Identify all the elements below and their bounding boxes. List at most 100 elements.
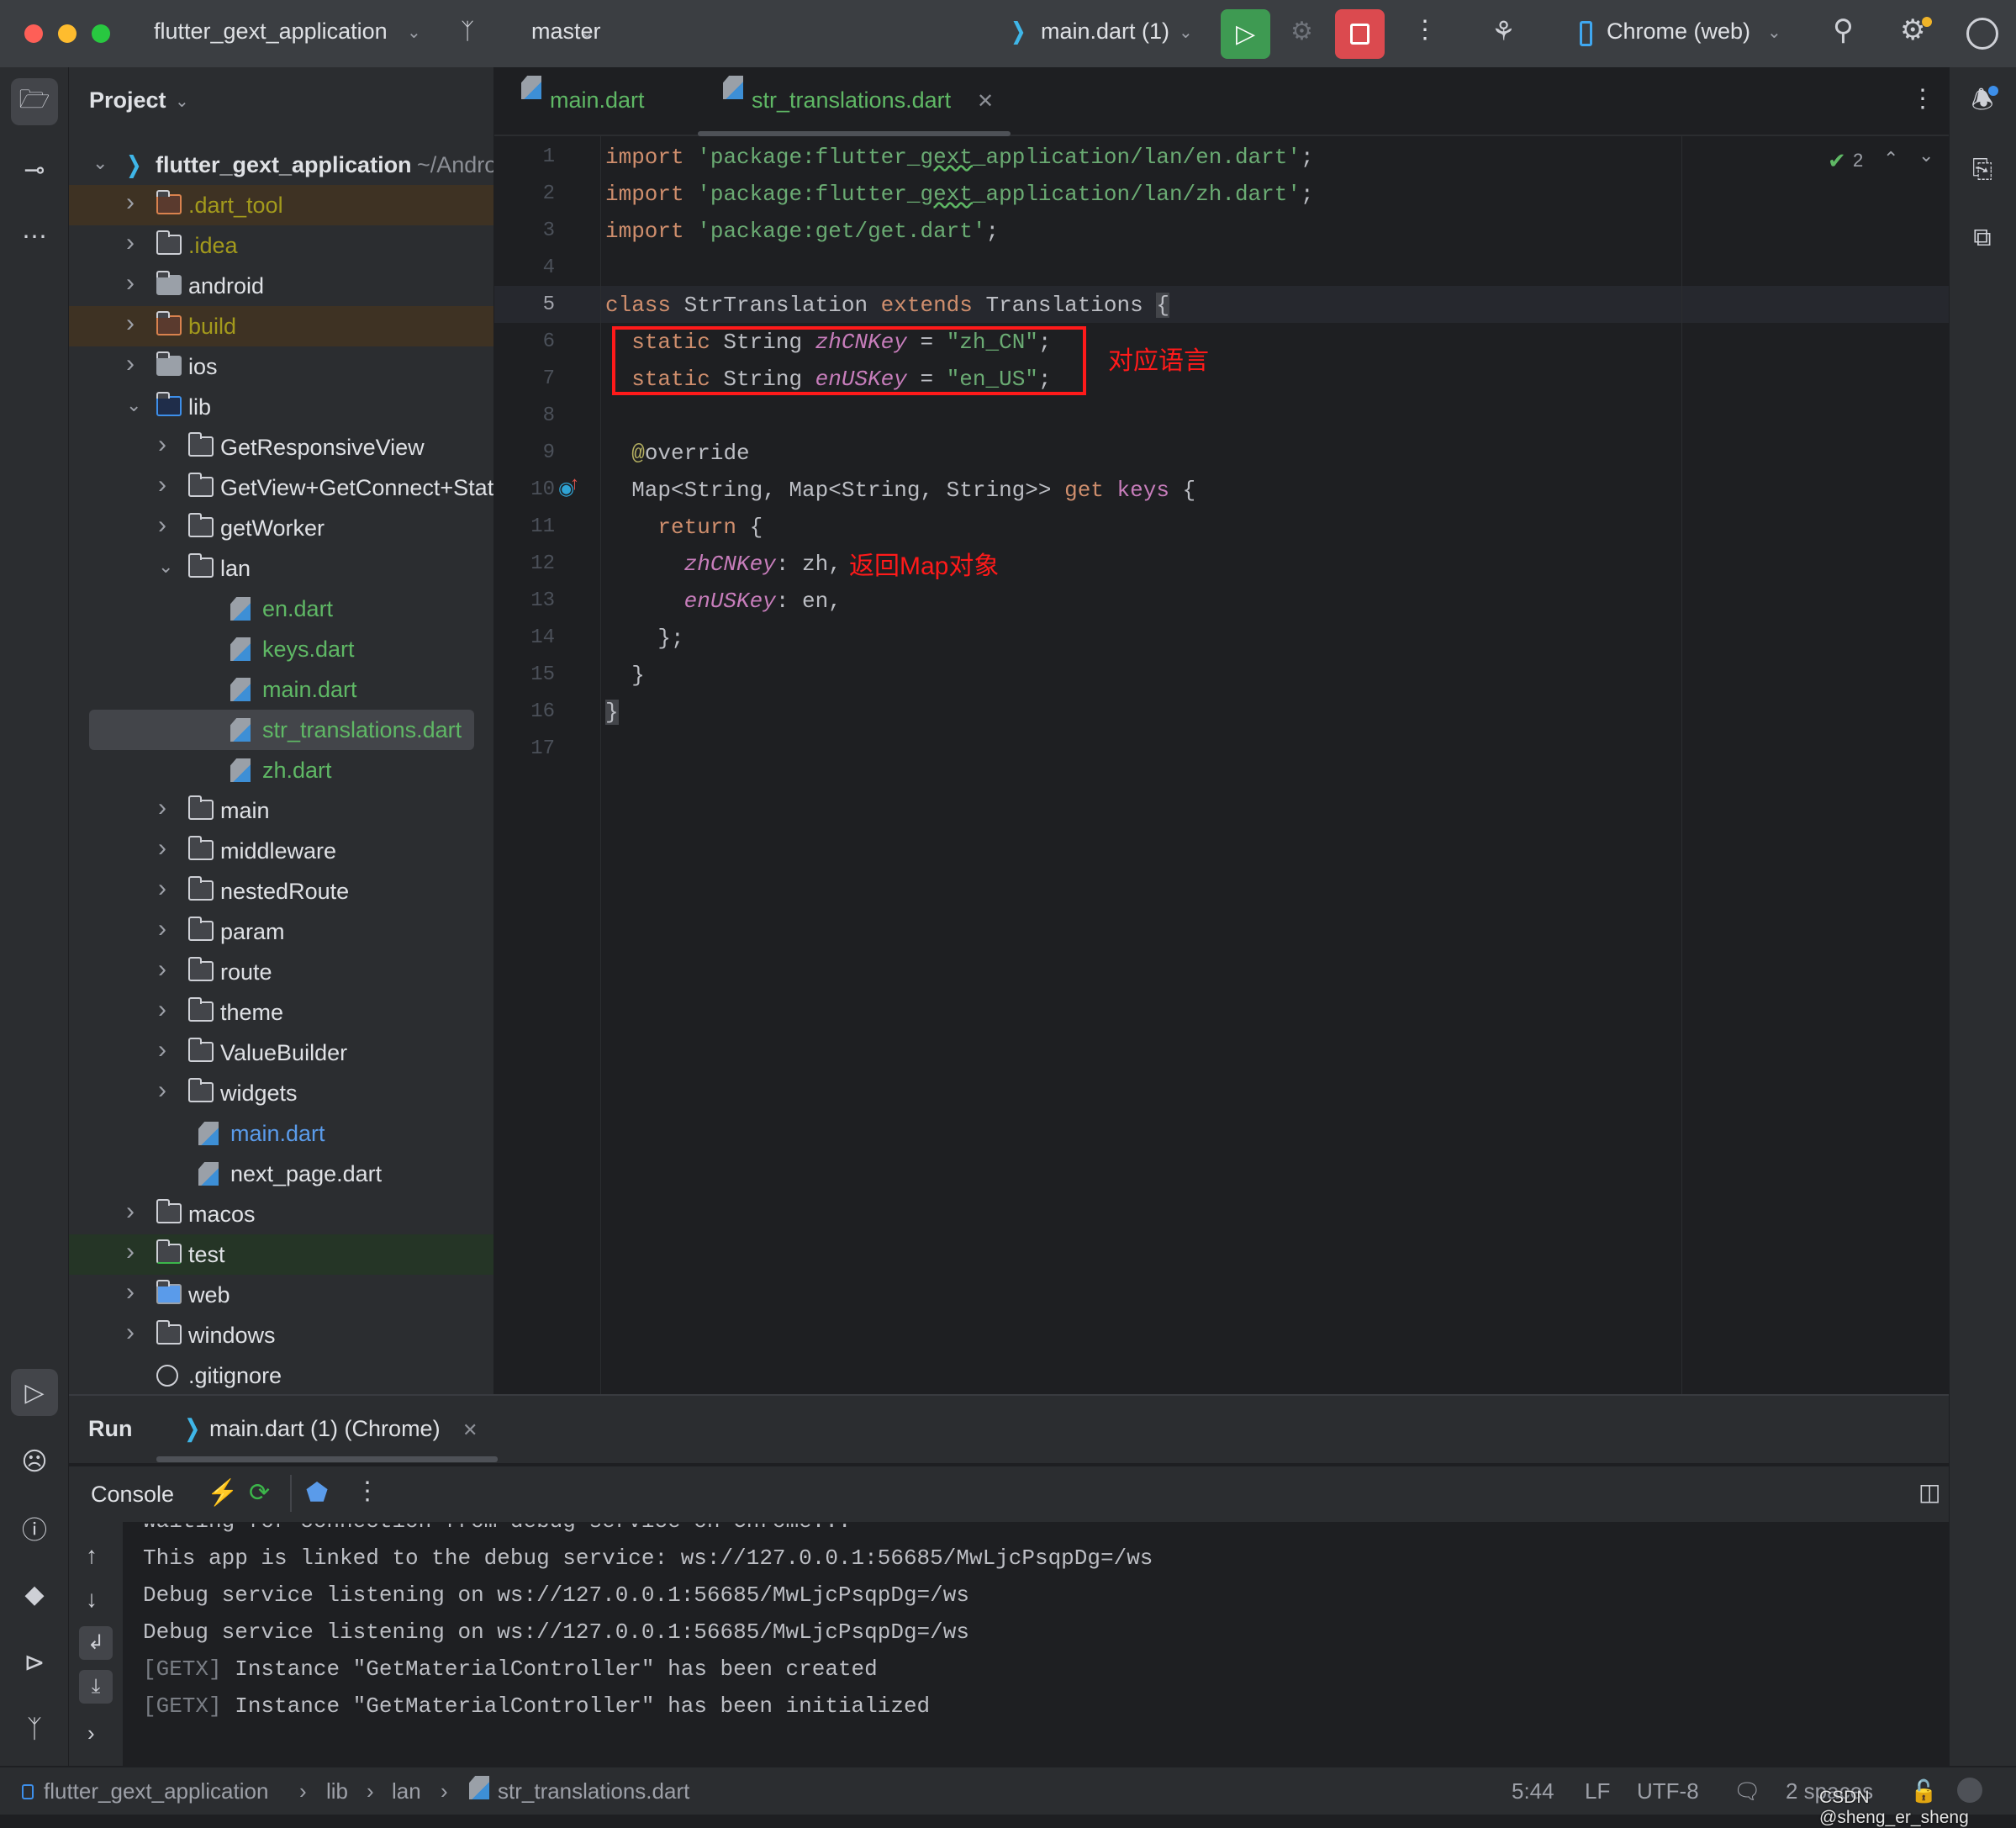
minimize-window-button[interactable] bbox=[58, 24, 77, 43]
code-line[interactable]: import 'package:get/get.dart'; bbox=[605, 213, 999, 250]
account-icon[interactable] bbox=[1966, 18, 1998, 50]
tree-item[interactable]: main.dart bbox=[69, 1113, 493, 1154]
attach-debugger-icon[interactable]: ⚘ bbox=[1491, 15, 1516, 47]
tree-item[interactable]: › windows bbox=[69, 1315, 493, 1355]
tree-item[interactable]: › theme bbox=[69, 992, 493, 1033]
console-tab[interactable]: Console bbox=[91, 1482, 174, 1508]
tree-item[interactable]: › GetResponsiveView bbox=[69, 427, 493, 468]
run-button[interactable]: ▷ bbox=[1221, 9, 1270, 59]
chevron-right-icon[interactable]: › bbox=[158, 915, 166, 943]
tree-item[interactable]: main.dart bbox=[69, 669, 493, 710]
tree-item[interactable]: › widgets bbox=[69, 1073, 493, 1113]
layout-toggle-icon[interactable]: ◫ bbox=[1918, 1478, 1940, 1506]
chevron-right-icon[interactable]: › bbox=[158, 794, 166, 822]
breadcrumb-lan[interactable]: lan bbox=[392, 1778, 421, 1804]
more-tools-icon[interactable]: ⋯ bbox=[11, 213, 58, 260]
tree-root[interactable]: ⌄ ❭ flutter_gext_application ~/Andro bbox=[69, 145, 493, 185]
device-manager-icon[interactable]: ⎘ bbox=[1959, 146, 2006, 193]
more-actions-icon[interactable]: ⋮ bbox=[1412, 15, 1438, 45]
code-vision-icon[interactable]: 🗨 bbox=[1734, 1778, 1761, 1804]
tree-item[interactable]: › param bbox=[69, 911, 493, 952]
tree-item[interactable]: › macos bbox=[69, 1194, 493, 1234]
close-run-tab-icon[interactable]: ✕ bbox=[462, 1419, 478, 1441]
device-mirroring-icon[interactable]: ⧉ bbox=[1959, 214, 2006, 262]
code-line[interactable]: enUSKey: en, bbox=[605, 583, 842, 620]
code-line[interactable]: zhCNKey: zh, bbox=[605, 546, 842, 583]
close-tab-icon[interactable]: ✕ bbox=[977, 89, 994, 114]
chevron-down-icon[interactable]: ⌄ bbox=[126, 394, 141, 416]
commit-icon[interactable]: ⊸ bbox=[11, 146, 58, 193]
tree-item[interactable]: › ios bbox=[69, 346, 493, 387]
debug-bug-icon[interactable]: ⚙ bbox=[1290, 17, 1313, 46]
breadcrumb-file[interactable]: str_translations.dart bbox=[498, 1778, 689, 1804]
tree-item[interactable]: en.dart bbox=[69, 589, 493, 629]
chevron-right-icon[interactable]: › bbox=[126, 188, 135, 217]
previous-highlight-icon[interactable]: ⌃ bbox=[1883, 148, 1898, 170]
tree-item[interactable]: › .idea bbox=[69, 225, 493, 266]
chevron-right-icon[interactable]: › bbox=[126, 1238, 135, 1266]
run-tool-icon[interactable]: ▷ bbox=[11, 1369, 58, 1416]
code-line[interactable]: } bbox=[605, 657, 645, 694]
tree-item[interactable]: .gitignore bbox=[69, 1355, 493, 1394]
tree-item[interactable]: › route bbox=[69, 952, 493, 992]
tree-item[interactable]: › getWorker bbox=[69, 508, 493, 548]
tree-item[interactable]: › middleware bbox=[69, 831, 493, 871]
chevron-right-icon[interactable]: › bbox=[158, 431, 166, 459]
tree-item[interactable]: str_translations.dart bbox=[69, 710, 493, 750]
tree-item[interactable]: › build bbox=[69, 306, 493, 346]
search-icon[interactable]: ⚲ bbox=[1833, 13, 1854, 47]
chevron-right-icon[interactable]: › bbox=[158, 996, 166, 1024]
tree-item[interactable]: next_page.dart bbox=[69, 1154, 493, 1194]
chevron-right-icon[interactable]: › bbox=[158, 1036, 166, 1065]
code-line[interactable]: import 'package:flutter_gext_application… bbox=[605, 139, 1314, 176]
chevron-right-icon[interactable]: › bbox=[158, 471, 166, 499]
chevron-right-icon[interactable]: › bbox=[126, 1318, 135, 1347]
code-line[interactable]: import 'package:flutter_gext_application… bbox=[605, 176, 1314, 213]
chevron-right-icon[interactable]: › bbox=[158, 874, 166, 903]
tree-item[interactable]: › ValueBuilder bbox=[69, 1033, 493, 1073]
cursor-position[interactable]: 5:44 bbox=[1512, 1778, 1554, 1804]
dart-devtools-icon[interactable]: ⬟ bbox=[306, 1478, 328, 1508]
tree-item[interactable]: › .dart_tool bbox=[69, 185, 493, 225]
chevron-right-icon[interactable]: › bbox=[158, 834, 166, 863]
chevron-right-icon[interactable]: › bbox=[126, 1278, 135, 1307]
chevron-down-icon[interactable]: ⌄ bbox=[158, 556, 173, 578]
project-tool-folder-icon[interactable]: 🗁 bbox=[11, 78, 58, 125]
code-line[interactable]: @override bbox=[605, 435, 749, 472]
chevron-right-icon[interactable]: › bbox=[126, 1197, 135, 1226]
flutter-inspector-icon[interactable]: ☹ bbox=[11, 1438, 58, 1485]
chevron-right-icon[interactable]: › bbox=[126, 229, 135, 257]
chevron-right-icon[interactable]: › bbox=[126, 350, 135, 378]
code-line[interactable]: Map<String, Map<String, String>> get key… bbox=[605, 472, 1195, 509]
code-line[interactable]: class StrTranslation extends Translation… bbox=[605, 287, 1169, 324]
code-line[interactable]: }; bbox=[605, 620, 683, 657]
stop-button[interactable] bbox=[1335, 9, 1385, 59]
breadcrumb-lib[interactable]: lib bbox=[326, 1778, 348, 1804]
file-encoding[interactable]: UTF-8 bbox=[1637, 1778, 1699, 1804]
hot-restart-icon[interactable]: ⟳ bbox=[249, 1478, 270, 1508]
chevron-right-icon[interactable]: › bbox=[126, 309, 135, 338]
close-window-button[interactable] bbox=[24, 24, 43, 43]
code-line[interactable]: return { bbox=[605, 509, 763, 546]
breadcrumb-project[interactable]: flutter_gext_application bbox=[44, 1778, 268, 1804]
tree-item[interactable]: › android bbox=[69, 266, 493, 306]
next-highlight-icon[interactable]: ⌄ bbox=[1918, 145, 1934, 166]
tree-item[interactable]: › web bbox=[69, 1275, 493, 1315]
chevron-right-icon[interactable]: › bbox=[158, 1076, 166, 1105]
console-more-icon[interactable]: ⋮ bbox=[355, 1477, 380, 1506]
tab-options-icon[interactable]: ⋮ bbox=[1910, 84, 1935, 114]
tree-item[interactable]: ⌄ lan bbox=[69, 548, 493, 589]
tree-item[interactable]: › test bbox=[69, 1234, 493, 1275]
tree-item[interactable]: keys.dart bbox=[69, 629, 493, 669]
line-ending[interactable]: LF bbox=[1585, 1778, 1610, 1804]
tree-item[interactable]: › GetView+GetConnect+StateMixin bbox=[69, 468, 493, 508]
chevron-right-icon[interactable]: › bbox=[126, 269, 135, 298]
tree-item[interactable]: ⌄ lib bbox=[69, 387, 493, 427]
tree-item[interactable]: › main bbox=[69, 790, 493, 831]
hot-reload-icon[interactable]: ⚡ bbox=[207, 1478, 238, 1508]
chevron-right-icon[interactable]: › bbox=[158, 955, 166, 984]
tree-item[interactable]: › nestedRoute bbox=[69, 871, 493, 911]
code-line[interactable]: } bbox=[605, 694, 619, 731]
maximize-window-button[interactable] bbox=[92, 24, 110, 43]
tree-item[interactable]: zh.dart bbox=[69, 750, 493, 790]
